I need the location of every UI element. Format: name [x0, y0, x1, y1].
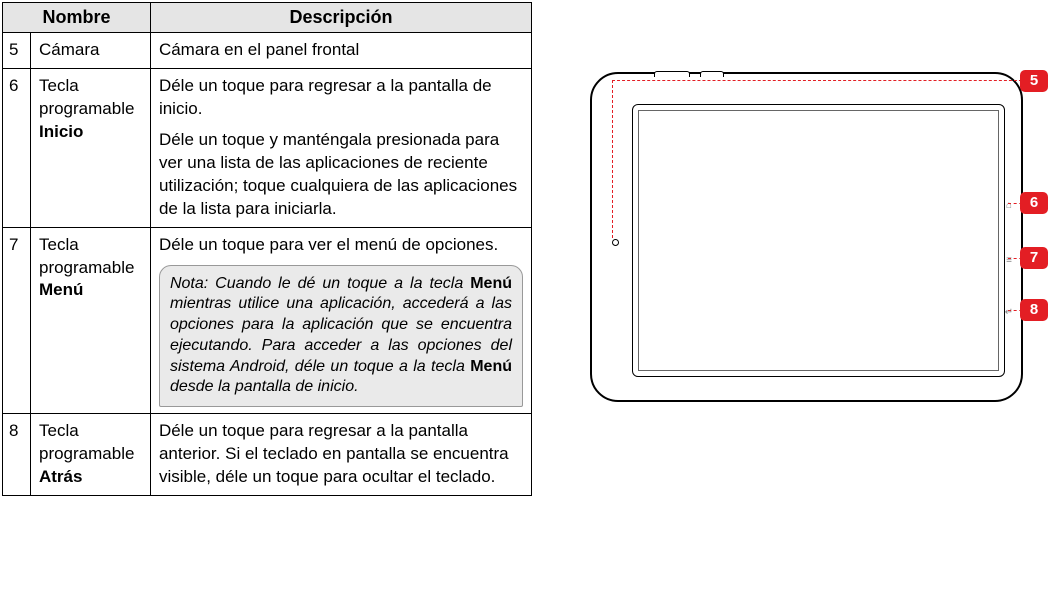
leader-line: [612, 80, 613, 238]
table-row: 7 Tecla programable Menú Déle un toque p…: [3, 227, 532, 414]
callout-label-6: 6: [1020, 192, 1048, 214]
row-name: Tecla programable Menú: [30, 227, 150, 414]
callout-label-8: 8: [1020, 299, 1048, 321]
header-description: Descripción: [150, 3, 531, 33]
header-name: Nombre: [3, 3, 151, 33]
menu-softkey-icon: ≡: [1002, 254, 1016, 268]
table-row: 6 Tecla programable Inicio Déle un toque…: [3, 68, 532, 227]
row-number: 8: [3, 414, 31, 496]
row-number: 6: [3, 68, 31, 227]
note-box: Nota: Cuando le dé un toque a la tecla M…: [159, 265, 523, 408]
back-softkey-icon: ↵: [1002, 306, 1016, 320]
row-description: Déle un toque para regresar a la pantall…: [150, 414, 531, 496]
row-name: Cámara: [30, 33, 150, 69]
camera-icon: [612, 239, 619, 246]
row-name: Tecla programable Atrás: [30, 414, 150, 496]
row-name: Tecla programable Inicio: [30, 68, 150, 227]
row-description: Déle un toque para regresar a la pantall…: [150, 68, 531, 227]
table-row: 5 Cámara Cámara en el panel frontal: [3, 33, 532, 69]
callout-label-7: 7: [1020, 247, 1048, 269]
row-description: Déle un toque para ver el menú de opcion…: [150, 227, 531, 414]
parts-table: Nombre Descripción 5 Cámara Cámara en el…: [2, 2, 532, 496]
table-row: 8 Tecla programable Atrás Déle un toque …: [3, 414, 532, 496]
home-softkey-icon: ⌂: [1002, 199, 1016, 213]
top-button-icon: [700, 71, 724, 77]
top-button-icon: [654, 71, 690, 77]
device-diagram: ⌂ ≡ ↵ 5 6 7 8: [560, 72, 1050, 407]
callout-label-5: 5: [1020, 70, 1048, 92]
tablet-outline: ⌂ ≡ ↵: [590, 72, 1023, 402]
row-number: 7: [3, 227, 31, 414]
leader-line: [612, 80, 1027, 81]
row-description: Cámara en el panel frontal: [150, 33, 531, 69]
screen-inner: [638, 110, 999, 371]
row-number: 5: [3, 33, 31, 69]
screen-outline: [632, 104, 1005, 377]
